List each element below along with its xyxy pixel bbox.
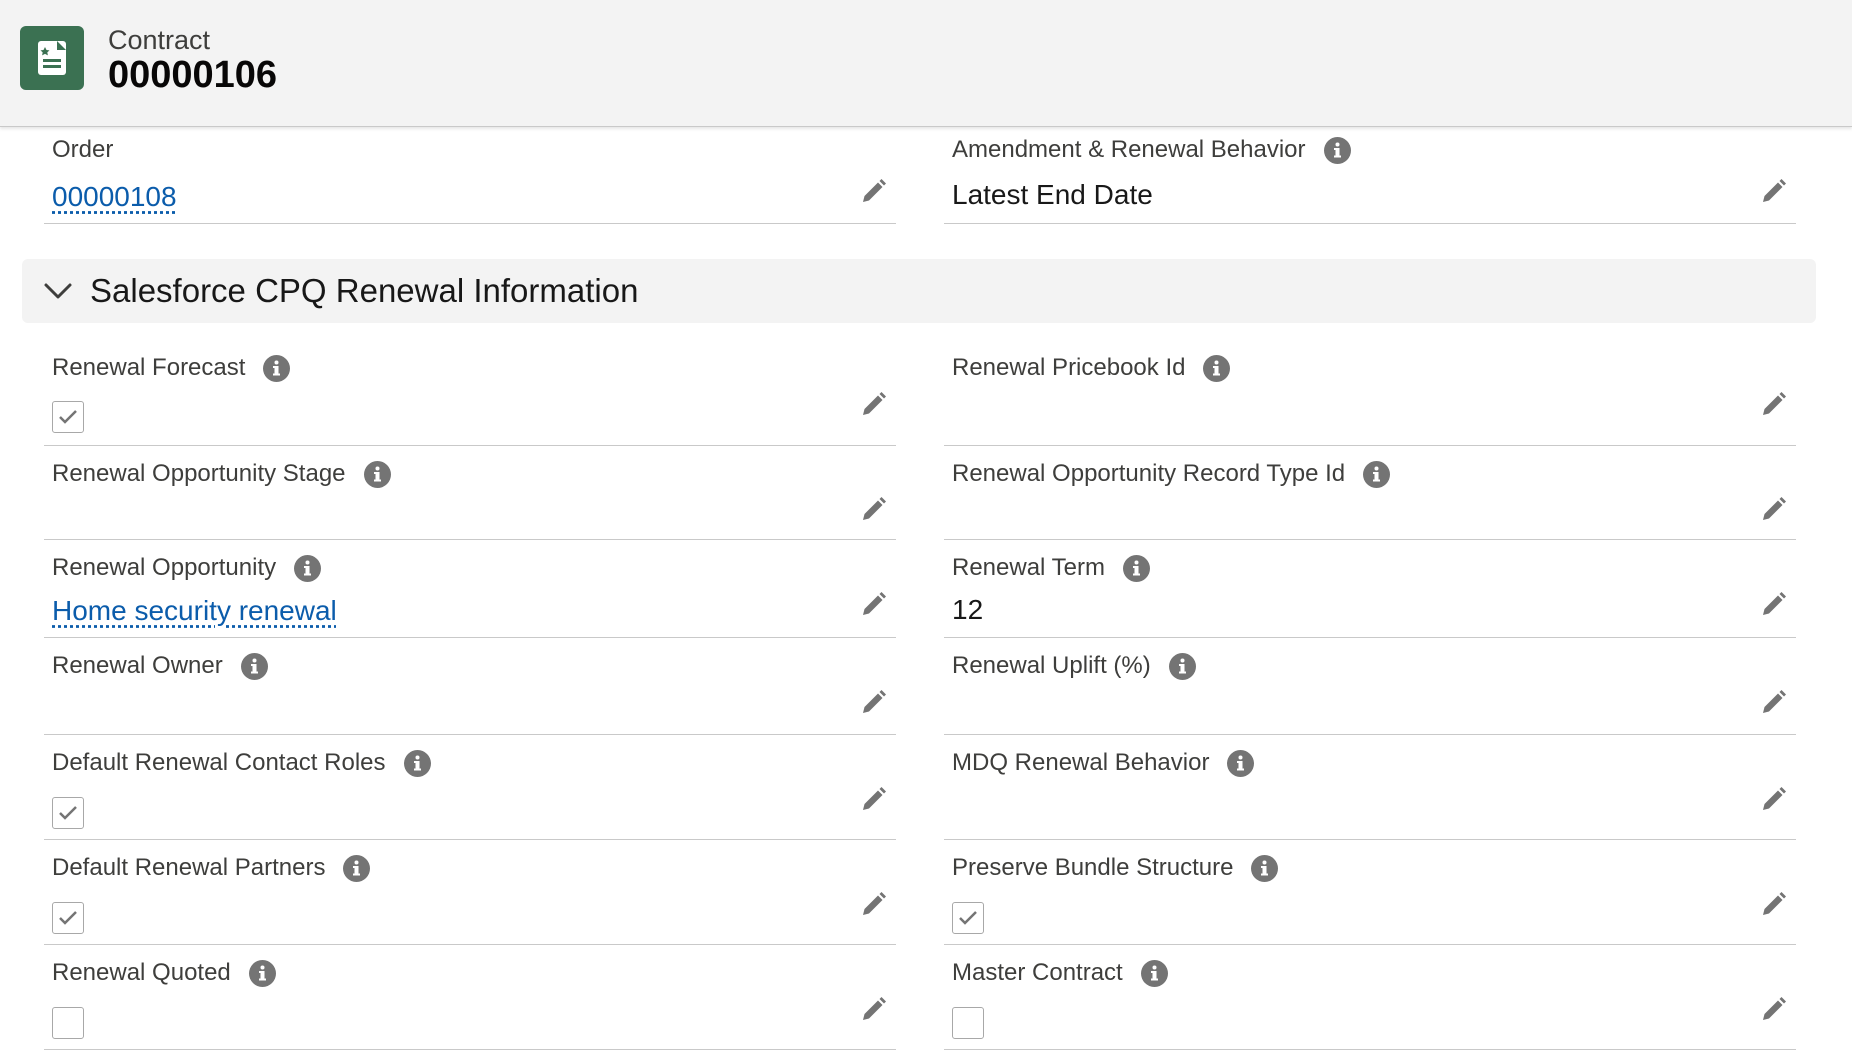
field-label-text: Renewal Opportunity bbox=[52, 554, 277, 581]
info-icon[interactable] bbox=[1203, 354, 1231, 382]
edit-pencil-icon[interactable] bbox=[1758, 177, 1788, 207]
field-label: Master Contract bbox=[952, 959, 1168, 987]
field-label: Preserve Bundle Structure bbox=[952, 854, 1279, 882]
info-icon[interactable] bbox=[1323, 136, 1351, 164]
edit-pencil-icon[interactable] bbox=[1758, 390, 1788, 420]
field-renewal-term: Renewal Term 12 bbox=[944, 540, 1796, 638]
info-icon[interactable] bbox=[294, 554, 322, 582]
checkbox-unchecked bbox=[52, 1007, 84, 1039]
field-renewal-opportunity-stage: Renewal Opportunity Stage bbox=[44, 446, 896, 540]
section-title: Salesforce CPQ Renewal Information bbox=[90, 272, 639, 309]
info-icon[interactable] bbox=[1168, 652, 1196, 680]
section-header-cpq-renewal[interactable]: Salesforce CPQ Renewal Information bbox=[22, 259, 1816, 323]
edit-pencil-icon[interactable] bbox=[1758, 495, 1788, 525]
field-label-text: Renewal Forecast bbox=[52, 354, 246, 381]
field-mdq-renewal-behavior: MDQ Renewal Behavior bbox=[944, 735, 1796, 840]
info-icon[interactable] bbox=[403, 749, 431, 777]
field-label-text: Preserve Bundle Structure bbox=[952, 854, 1234, 881]
field-label: Renewal Opportunity bbox=[52, 554, 322, 582]
field-renewal-quoted: Renewal Quoted bbox=[44, 945, 896, 1050]
field-label: Renewal Quoted bbox=[52, 959, 276, 987]
info-icon[interactable] bbox=[1251, 854, 1279, 882]
edit-pencil-icon[interactable] bbox=[858, 590, 888, 620]
edit-pencil-icon[interactable] bbox=[1758, 995, 1788, 1025]
field-label: Renewal Opportunity Record Type Id bbox=[952, 460, 1391, 488]
info-icon[interactable] bbox=[248, 959, 276, 987]
info-icon[interactable] bbox=[1363, 460, 1391, 488]
field-renewal-uplift: Renewal Uplift (%) bbox=[944, 638, 1796, 735]
object-type-label: Contract bbox=[108, 25, 211, 55]
field-value: Latest End Date bbox=[952, 179, 1153, 210]
field-label: Renewal Uplift (%) bbox=[952, 652, 1196, 680]
info-icon[interactable] bbox=[263, 354, 291, 382]
info-icon[interactable] bbox=[240, 652, 268, 680]
order-link[interactable]: 00000108 bbox=[52, 181, 177, 213]
field-label-text: Order bbox=[52, 136, 114, 163]
edit-pencil-icon[interactable] bbox=[1758, 785, 1788, 815]
info-icon[interactable] bbox=[1122, 554, 1150, 582]
edit-pencil-icon[interactable] bbox=[858, 177, 888, 207]
field-label-text: Amendment & Renewal Behavior bbox=[952, 136, 1306, 163]
edit-pencil-icon[interactable] bbox=[858, 390, 888, 420]
field-preserve-bundle-structure: Preserve Bundle Structure bbox=[944, 840, 1796, 945]
field-default-renewal-contact-roles: Default Renewal Contact Roles bbox=[44, 735, 896, 840]
field-label-text: Renewal Term bbox=[952, 554, 1105, 581]
field-label: Renewal Pricebook Id bbox=[952, 354, 1231, 382]
field-label-text: Renewal Quoted bbox=[52, 959, 231, 986]
field-label: Order bbox=[52, 136, 113, 164]
edit-pencil-icon[interactable] bbox=[858, 688, 888, 718]
edit-pencil-icon[interactable] bbox=[858, 495, 888, 525]
field-label-text: Default Renewal Contact Roles bbox=[52, 749, 386, 776]
checkbox-checked bbox=[52, 401, 84, 433]
field-label: Renewal Forecast bbox=[52, 354, 291, 382]
info-icon[interactable] bbox=[343, 854, 371, 882]
checkbox-checked bbox=[52, 902, 84, 934]
field-label-text: Renewal Opportunity Record Type Id bbox=[952, 460, 1346, 487]
edit-pencil-icon[interactable] bbox=[1758, 890, 1788, 920]
field-renewal-forecast: Renewal Forecast bbox=[44, 340, 896, 446]
field-order: Order 00000108 bbox=[44, 127, 896, 224]
chevron-down-icon bbox=[42, 275, 74, 307]
field-label: Renewal Owner bbox=[52, 652, 268, 680]
field-label: Amendment & Renewal Behavior bbox=[952, 136, 1351, 164]
edit-pencil-icon[interactable] bbox=[1758, 590, 1788, 620]
field-label: Renewal Opportunity Stage bbox=[52, 460, 391, 488]
field-label: Default Renewal Contact Roles bbox=[52, 749, 431, 777]
field-default-renewal-partners: Default Renewal Partners bbox=[44, 840, 896, 945]
field-amendment-renewal-behavior: Amendment & Renewal Behavior Latest End … bbox=[944, 127, 1796, 224]
checkbox-checked bbox=[952, 902, 984, 934]
field-label-text: Renewal Opportunity Stage bbox=[52, 460, 346, 487]
record-header: Contract 00000106 bbox=[0, 0, 1852, 127]
field-renewal-owner: Renewal Owner bbox=[44, 638, 896, 735]
checkbox-unchecked bbox=[952, 1007, 984, 1039]
field-label-text: Renewal Uplift (%) bbox=[952, 652, 1151, 679]
field-value: 12 bbox=[952, 594, 984, 625]
field-renewal-opportunity-record-type-id: Renewal Opportunity Record Type Id bbox=[944, 446, 1796, 540]
info-icon[interactable] bbox=[1227, 749, 1255, 777]
field-renewal-pricebook-id: Renewal Pricebook Id bbox=[944, 340, 1796, 446]
field-renewal-opportunity: Renewal Opportunity Home security renewa… bbox=[44, 540, 896, 638]
field-label-text: Renewal Pricebook Id bbox=[952, 354, 1186, 381]
field-label: MDQ Renewal Behavior bbox=[952, 749, 1255, 777]
renewal-opportunity-link[interactable]: Home security renewal bbox=[52, 595, 337, 627]
field-label-text: Renewal Owner bbox=[52, 652, 223, 679]
edit-pencil-icon[interactable] bbox=[858, 890, 888, 920]
info-icon[interactable] bbox=[1140, 959, 1168, 987]
field-label-text: Master Contract bbox=[952, 959, 1123, 986]
field-label-text: MDQ Renewal Behavior bbox=[952, 749, 1210, 776]
edit-pencil-icon[interactable] bbox=[858, 785, 888, 815]
edit-pencil-icon[interactable] bbox=[1758, 688, 1788, 718]
field-label: Renewal Term bbox=[952, 554, 1150, 582]
contract-icon bbox=[20, 26, 84, 90]
field-label: Default Renewal Partners bbox=[52, 854, 371, 882]
record-name: 00000106 bbox=[108, 54, 278, 96]
field-master-contract: Master Contract bbox=[944, 945, 1796, 1050]
checkbox-checked bbox=[52, 797, 84, 829]
edit-pencil-icon[interactable] bbox=[858, 995, 888, 1025]
field-label-text: Default Renewal Partners bbox=[52, 854, 326, 881]
info-icon[interactable] bbox=[363, 460, 391, 488]
